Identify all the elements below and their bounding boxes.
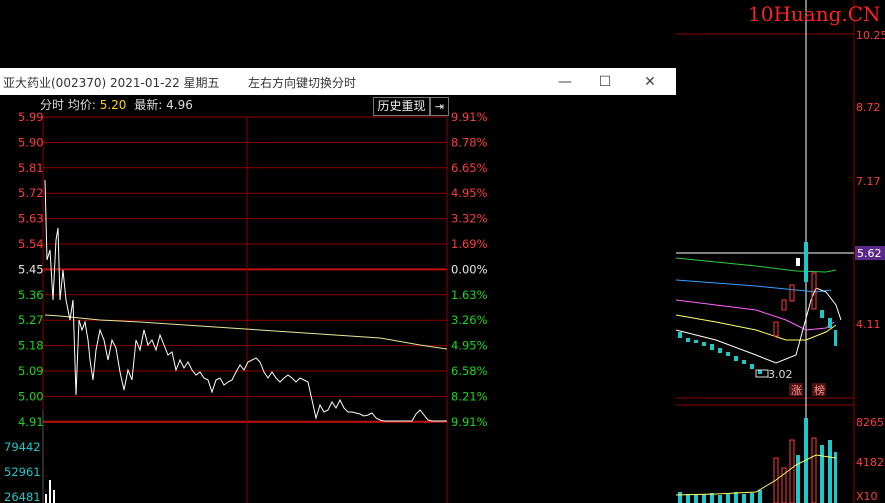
kline-tag-left: 涨 <box>791 384 802 397</box>
percent-axis-label: 8.78% <box>451 135 488 149</box>
kline-vol-label: 82652 <box>856 416 885 429</box>
kline-price-label: 10.25 <box>856 29 885 42</box>
price-axis-label: 5.54 <box>18 237 44 251</box>
kline-chart[interactable]: 3.02 涨 榜 10.25 8.72 7.17 5.62 4.11 82652… <box>676 0 885 503</box>
price-axis-label: 5.00 <box>18 389 44 403</box>
percent-axis-label: 3.26% <box>451 313 488 327</box>
window-titlebar[interactable]: 亚大药业(002370) 2021-01-22 星期五 左右方向键切换分时 — … <box>0 68 676 95</box>
price-axis-label: 4.91 <box>18 415 44 429</box>
intraday-chart[interactable]: 5.99 5.90 5.81 5.72 5.63 5.54 5.45 5.36 5.27 5.18… <box>0 96 493 503</box>
price-axis-label: 5.72 <box>18 186 44 200</box>
percent-axis-label: 9.91% <box>451 415 488 429</box>
kline-price-label: 7.17 <box>856 175 881 188</box>
price-axis-label: 5.63 <box>18 212 44 226</box>
kline-vol-label: 41826 <box>856 456 885 469</box>
close-button[interactable]: ✕ <box>630 68 670 95</box>
price-axis-label: 5.18 <box>18 339 44 353</box>
window-title: 亚大药业(002370) 2021-01-22 星期五 <box>3 76 220 90</box>
percent-axis-label: 6.65% <box>451 161 488 175</box>
maximize-button[interactable]: ☐ <box>585 68 625 95</box>
volume-axis-label: 79442 <box>4 440 41 454</box>
price-axis-label: 5.81 <box>18 161 44 175</box>
kline-price-label: 4.11 <box>856 318 881 331</box>
kline-vol-label: X10 <box>856 490 878 503</box>
percent-axis-label: 8.21% <box>451 389 488 403</box>
price-axis-label: 5.36 <box>18 288 44 302</box>
price-line <box>44 179 447 422</box>
percent-axis-label: 1.69% <box>451 237 488 251</box>
kline-low-marker: 3.02 <box>768 368 793 381</box>
volume-axis-label: 52961 <box>4 465 41 479</box>
kline-price-label: 8.72 <box>856 101 881 114</box>
percent-axis-label: 9.91% <box>451 110 488 124</box>
kline-tag-right: 榜 <box>814 383 825 397</box>
percent-axis-label: 0.00% <box>451 262 488 276</box>
candles <box>678 242 837 374</box>
kline-current-price: 5.62 <box>857 247 882 260</box>
brand-watermark: 10Huang.CN <box>748 2 881 26</box>
percent-axis-label: 4.95% <box>451 339 488 353</box>
price-axis-label: 5.09 <box>18 364 44 378</box>
percent-axis-label: 3.32% <box>451 212 488 226</box>
percent-axis-label: 1.63% <box>451 288 488 302</box>
price-axis-label: 5.45 <box>18 262 44 276</box>
percent-axis-label: 6.58% <box>451 364 488 378</box>
percent-axis-label: 4.95% <box>451 186 488 200</box>
window-hint: 左右方向键切换分时 <box>248 76 357 90</box>
minimize-button[interactable]: — <box>545 68 585 95</box>
price-axis-label: 5.99 <box>18 110 44 124</box>
kline-volume-bars <box>678 418 837 503</box>
price-axis-label: 5.27 <box>18 313 44 327</box>
volume-axis-label: 26481 <box>4 490 41 503</box>
price-axis-label: 5.90 <box>18 135 44 149</box>
